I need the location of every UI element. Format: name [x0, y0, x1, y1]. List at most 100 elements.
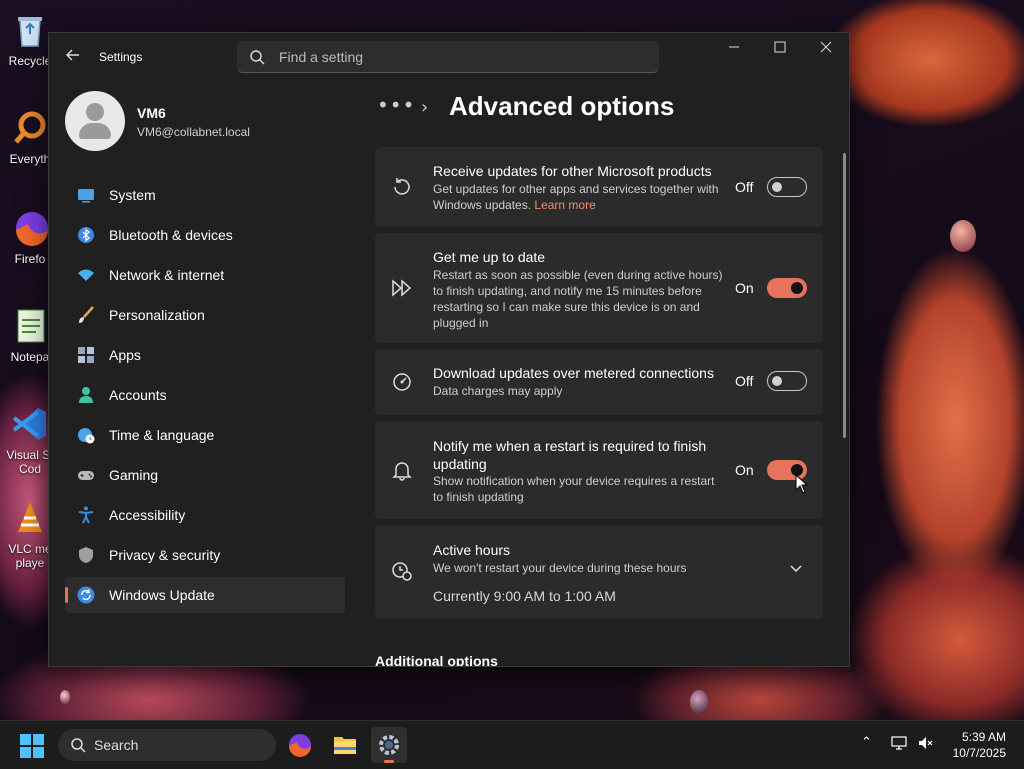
sidebar-item-system[interactable]: System — [65, 177, 345, 213]
folder-icon — [334, 737, 356, 754]
sidebar-item-bluetooth[interactable]: Bluetooth & devices — [65, 217, 345, 253]
sidebar-nav: System Bluetooth & devices Network & int… — [65, 177, 345, 617]
everything-search-icon — [10, 108, 50, 148]
scrollbar[interactable] — [843, 153, 846, 438]
toggle-state-label: Off — [735, 179, 754, 195]
toggle-get-up-to-date[interactable] — [767, 278, 807, 298]
fast-forward-icon — [391, 277, 413, 299]
taskbar-search-label: Search — [94, 737, 139, 753]
sidebar-item-accounts[interactable]: Accounts — [65, 377, 345, 413]
setting-title: Get me up to date — [433, 249, 546, 265]
tray-chevron-up-icon[interactable]: ⌃ — [861, 735, 872, 750]
user-profile[interactable]: VM6 VM6@collabnet.local — [65, 91, 355, 151]
back-button[interactable] — [63, 47, 83, 67]
wallpaper-bubble — [690, 690, 708, 714]
windows-logo-icon — [20, 734, 44, 758]
sidebar-item-label: Accounts — [109, 387, 167, 403]
start-button[interactable] — [20, 734, 44, 758]
sidebar-item-label: Gaming — [109, 467, 159, 483]
sidebar-item-label: Personalization — [109, 307, 205, 323]
apps-icon — [77, 346, 95, 364]
update-icon — [77, 586, 95, 604]
setting-title: Active hours — [433, 542, 511, 558]
accessibility-icon — [77, 506, 95, 524]
clock-time: 5:39 AM — [961, 730, 1006, 744]
sidebar-item-network[interactable]: Network & internet — [65, 257, 345, 293]
vscode-icon — [10, 404, 50, 444]
setting-description: Show notification when your device requi… — [433, 474, 715, 504]
wifi-icon — [77, 266, 95, 284]
sidebar-item-windows-update[interactable]: Windows Update — [65, 577, 345, 613]
section-header-additional-options: Additional options — [375, 653, 498, 667]
bluetooth-icon — [77, 226, 95, 244]
toggle-state-label: On — [735, 462, 754, 478]
avatar — [65, 91, 125, 151]
setting-title: Notify me when a restart is required to … — [433, 438, 707, 472]
setting-card-restart-notify: Notify me when a restart is required to … — [375, 421, 823, 519]
close-button[interactable] — [803, 33, 849, 65]
sidebar-item-privacy-security[interactable]: Privacy & security — [65, 537, 345, 573]
mouse-cursor-icon — [795, 473, 809, 498]
sidebar-item-label: Accessibility — [109, 507, 186, 523]
setting-description: Get updates for other apps and services … — [433, 182, 719, 212]
search-icon — [249, 49, 265, 69]
search-icon — [70, 737, 86, 756]
setting-card-metered-connections: Download updates over metered connection… — [375, 349, 823, 415]
firefox-icon — [289, 734, 311, 757]
volume-muted-icon[interactable] — [918, 735, 934, 755]
taskbar-settings[interactable] — [371, 727, 407, 763]
taskbar-firefox[interactable] — [282, 727, 318, 763]
setting-description: Restart as soon as possible (even during… — [433, 268, 723, 330]
firefox-icon — [10, 208, 50, 248]
toggle-metered-connections[interactable] — [767, 371, 807, 391]
settings-window: Settings VM6 VM6@collabnet.local System — [48, 32, 850, 667]
close-icon — [820, 41, 832, 53]
toggle-state-label: Off — [735, 373, 754, 389]
toggle-state-label: On — [735, 280, 754, 296]
setting-description: Data charges may apply — [433, 384, 563, 398]
brush-icon — [77, 306, 95, 324]
arrow-left-icon — [66, 49, 79, 61]
breadcrumb-separator: › — [421, 97, 429, 118]
taskbar: Search ⌃ 5:39 AM 10/7/2025 — [0, 720, 1024, 769]
sidebar-item-gaming[interactable]: Gaming — [65, 457, 345, 493]
sidebar-item-label: Bluetooth & devices — [109, 227, 233, 243]
clock-date: 10/7/2025 — [952, 746, 1006, 760]
sidebar-item-label: Network & internet — [109, 267, 225, 283]
learn-more-link[interactable]: Learn more — [534, 198, 595, 212]
taskbar-file-explorer[interactable] — [327, 727, 363, 763]
notepad-icon — [10, 306, 50, 346]
active-hours-current: Currently 9:00 AM to 1:00 AM — [433, 588, 616, 604]
title-bar: Settings — [49, 33, 849, 81]
maximize-button[interactable] — [757, 33, 803, 65]
search-input[interactable] — [277, 41, 641, 73]
setting-description: We won't restart your device during thes… — [433, 561, 687, 575]
sidebar-item-apps[interactable]: Apps — [65, 337, 345, 373]
settings-search[interactable] — [237, 41, 659, 73]
sidebar-item-accessibility[interactable]: Accessibility — [65, 497, 345, 533]
setting-title: Download updates over metered connection… — [433, 365, 714, 381]
chevron-down-icon[interactable] — [789, 561, 803, 578]
sidebar-item-time-language[interactable]: Time & language — [65, 417, 345, 453]
taskbar-search[interactable]: Search — [58, 729, 276, 761]
accounts-icon — [77, 386, 95, 404]
user-name: VM6 — [137, 105, 166, 121]
setting-card-active-hours[interactable]: Active hours We won't restart your devic… — [375, 525, 823, 619]
bell-icon — [391, 459, 413, 481]
sidebar-item-personalization[interactable]: Personalization — [65, 297, 345, 333]
gear-icon — [379, 735, 399, 755]
active-app-indicator — [384, 760, 394, 763]
wallpaper-bubble — [60, 690, 70, 704]
active-hours-icon — [391, 560, 413, 582]
history-icon — [391, 176, 413, 198]
system-clock[interactable]: 5:39 AM 10/7/2025 — [953, 729, 1006, 761]
minimize-button[interactable] — [711, 33, 757, 65]
network-icon[interactable] — [891, 735, 907, 755]
system-icon — [77, 186, 95, 204]
sidebar-item-label: Privacy & security — [109, 547, 221, 563]
breadcrumb-overflow-button[interactable]: ••• — [377, 93, 415, 117]
app-title: Settings — [99, 50, 143, 64]
globe-clock-icon — [77, 426, 95, 444]
toggle-other-products[interactable] — [767, 177, 807, 197]
sidebar-item-label: Time & language — [109, 427, 215, 443]
